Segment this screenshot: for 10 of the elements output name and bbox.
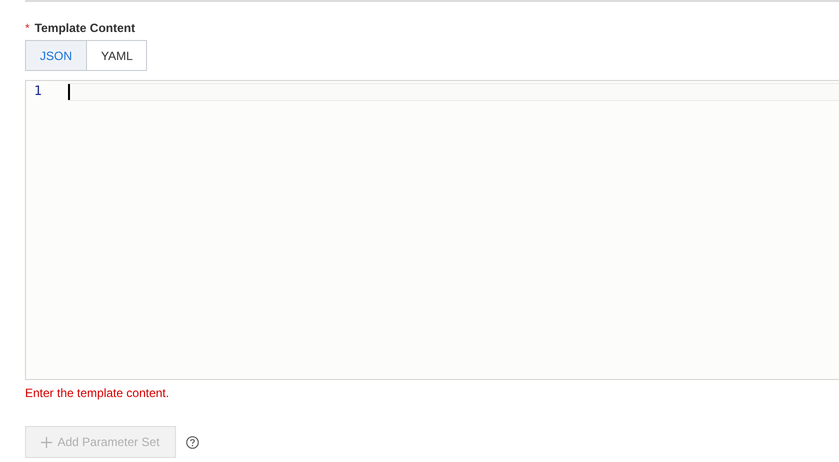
error-message: Enter the template content. <box>25 385 170 402</box>
field-label: Template Content <box>34 21 136 35</box>
plus-icon <box>41 436 52 448</box>
tab[interactable]: JSON <box>25 40 87 71</box>
required-mark: * <box>25 21 30 35</box>
tab[interactable]: YAML <box>87 40 147 71</box>
text-cursor <box>68 84 70 100</box>
line-number: 1 <box>33 83 43 101</box>
help-icon[interactable] <box>186 436 199 448</box>
code-editor[interactable]: 1 <box>25 80 839 380</box>
